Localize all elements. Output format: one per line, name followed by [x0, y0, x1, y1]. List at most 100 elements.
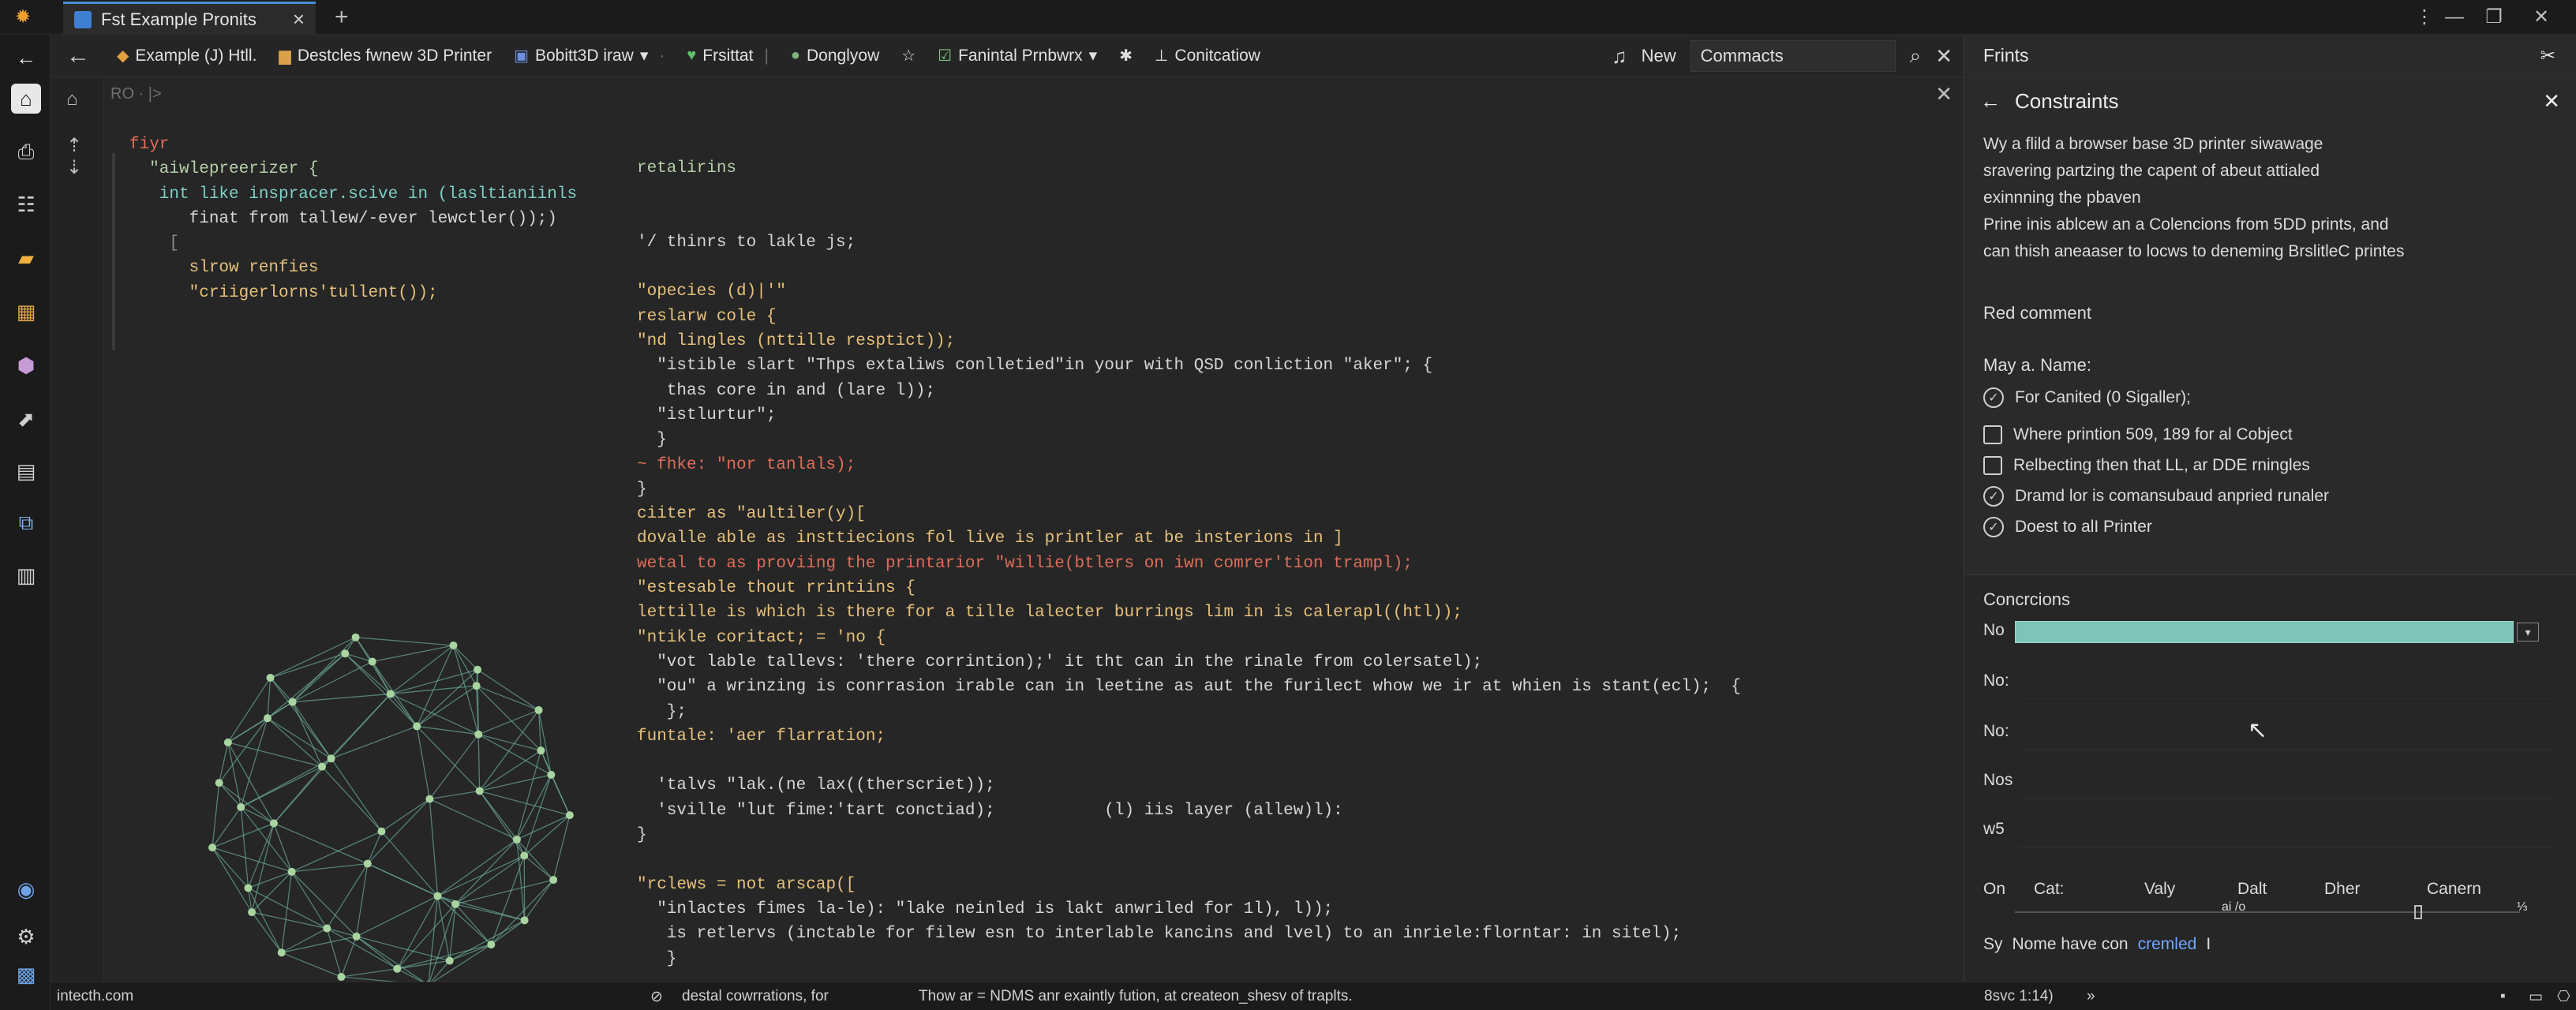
- chart-icon[interactable]: ⬈: [11, 404, 41, 434]
- panel-icon[interactable]: ▪: [2500, 988, 2506, 1005]
- code-line: "istlurtur";: [637, 406, 777, 425]
- code-editor[interactable]: ⌂ ⇡ ⇣ RO · |> ✕ fiyr "aiwlepreerizer { i…: [51, 77, 1964, 989]
- crumb-3d-printer[interactable]: ▆ Destcles fwnew 3D Printer: [268, 35, 503, 77]
- chevron-right-icon[interactable]: »: [2087, 988, 2095, 1005]
- tools-icon: ✱: [1119, 47, 1133, 65]
- close-icon[interactable]: ✕: [2543, 89, 2560, 114]
- window-icon[interactable]: ▭: [2529, 988, 2543, 1006]
- file-icon[interactable]: ▥: [11, 560, 41, 590]
- status-url[interactable]: intecth.com: [57, 988, 133, 1005]
- minimize-icon[interactable]: —: [2439, 3, 2470, 32]
- square-icon: ▣: [514, 47, 529, 65]
- slider-end-label: ⅓: [2517, 900, 2528, 914]
- constraint-option[interactable]: ✓ Doest to alI Printer: [1964, 511, 2576, 542]
- home-icon[interactable]: ⌂: [66, 88, 78, 110]
- step-down-icon[interactable]: ⇣: [66, 156, 82, 179]
- crumb-tools[interactable]: ✱: [1108, 35, 1144, 77]
- column-header[interactable]: Canern: [2427, 880, 2481, 899]
- new-button[interactable]: New: [1642, 46, 1676, 66]
- code-line: reslarw cole {: [637, 307, 777, 326]
- home-icon[interactable]: ⌂: [11, 84, 41, 114]
- new-tab-button[interactable]: +: [335, 3, 349, 32]
- code-column-right[interactable]: retalirins '/ thinrs to lakle js; "opeci…: [637, 156, 1741, 971]
- crumb-label: Donglyow: [807, 46, 880, 65]
- activity-bar: ← ⌂ ⎙ ☷ ▰ ▦ ⬢ ⬈ ▤ ⧉ ▥ ◉ ⚙ ▩: [0, 35, 51, 1010]
- back-arrow-icon[interactable]: ←: [11, 43, 41, 73]
- constraint-option[interactable]: Where printion 509, 189 for al Cobject: [1964, 419, 2576, 450]
- bell-icon[interactable]: ♫: [1612, 44, 1627, 69]
- code-line: }: [637, 826, 647, 845]
- crumb-label: Frsittat: [702, 46, 754, 65]
- menu-icon[interactable]: ⋮: [2409, 3, 2440, 32]
- conversion-row-label: Nos: [1983, 771, 2013, 789]
- mouse-cursor-icon: ↖: [2248, 717, 2268, 743]
- check-circle-icon[interactable]: ✓: [1983, 485, 2004, 507]
- crumb-donglyow[interactable]: ● Donglyow: [780, 35, 890, 77]
- folder-icon[interactable]: ▰: [11, 243, 41, 273]
- close-icon[interactable]: ✕: [1935, 44, 1953, 69]
- chevron-down-icon[interactable]: ▾: [1089, 46, 1098, 65]
- back-button[interactable]: ←: [51, 43, 106, 69]
- crumb-conitcatiow[interactable]: ⊥ Conitcatiow: [1144, 35, 1271, 77]
- editor-close-icon[interactable]: ✕: [1935, 82, 1953, 107]
- layers-icon[interactable]: ☷: [11, 189, 41, 219]
- star-icon: ☆: [901, 47, 916, 65]
- crumb-example[interactable]: ◆ Example (J) Htll.: [106, 35, 268, 77]
- chevron-down-icon[interactable]: ▾: [2517, 623, 2539, 642]
- cube-icon[interactable]: ▤: [11, 456, 41, 486]
- step-up-icon[interactable]: ⇡: [66, 134, 82, 157]
- constraint-option[interactable]: ✓ For Canited (0 Sigaller);: [1964, 382, 2576, 413]
- conversions-section: Concrcions No ▾ No: No: Nos w5 On Cat: V…: [1964, 574, 2576, 982]
- checkbox[interactable]: [1983, 425, 2002, 444]
- tab-close-icon[interactable]: ×: [293, 7, 305, 32]
- code-line: wetal to as proviing the printarior "wil…: [637, 554, 1413, 573]
- column-header[interactable]: Dher: [2324, 880, 2361, 899]
- back-arrow-icon[interactable]: ←: [1980, 89, 2001, 114]
- column-header[interactable]: Dalt: [2237, 880, 2267, 899]
- code-line: "vot lable tallevs: 'there corrintion);'…: [637, 653, 1483, 671]
- search-input[interactable]: [1690, 40, 1896, 72]
- conversion-bar[interactable]: [2015, 621, 2514, 643]
- app-logo-icon[interactable]: ✹: [11, 6, 35, 28]
- layout-icon[interactable]: ⎔: [2557, 988, 2570, 1006]
- chevron-down-icon[interactable]: ▾: [640, 46, 649, 65]
- check-circle-icon[interactable]: ✓: [1983, 387, 2004, 408]
- close-window-icon[interactable]: ✕: [2525, 3, 2557, 32]
- maximize-icon[interactable]: ❐: [2478, 3, 2510, 32]
- printer-icon[interactable]: ⎙: [11, 137, 41, 167]
- range-slider[interactable]: [2015, 911, 2520, 913]
- pin-icon[interactable]: ✂: [2540, 45, 2555, 66]
- code-line: lettille is which is there for a tille l…: [637, 604, 1462, 623]
- crumb-frsittat[interactable]: ♥ Frsittat |: [676, 35, 780, 77]
- code-line: }: [637, 431, 667, 450]
- crumb-star[interactable]: ☆: [890, 35, 927, 77]
- footer-label: On: [1983, 880, 2006, 898]
- constraints-header: ← Constraints ✕: [1964, 77, 2576, 125]
- browser-tab[interactable]: Fst Example Pronits ×: [63, 2, 316, 35]
- heart-icon: ♥: [687, 47, 697, 64]
- search-icon[interactable]: ⌕: [1910, 43, 1922, 69]
- cursor-position[interactable]: 8svc 1:14): [1984, 988, 2054, 1005]
- column-header[interactable]: Cat:: [2034, 880, 2065, 899]
- package-icon[interactable]: ⬢: [11, 350, 41, 380]
- slider-handle[interactable]: [2414, 905, 2422, 919]
- created-link[interactable]: cremled: [2138, 935, 2197, 954]
- wireframe-sphere-image: [208, 633, 574, 989]
- column-header[interactable]: Valy: [2144, 880, 2175, 899]
- grid-icon[interactable]: ▦: [11, 297, 41, 327]
- tab-favicon-icon: [74, 10, 92, 28]
- settings-icon[interactable]: ⚙: [11, 922, 41, 952]
- globe-icon[interactable]: ◉: [11, 874, 41, 904]
- code-line: "criigerlorns'tullent());: [129, 283, 438, 302]
- code-line: "opecies (d)|'": [637, 282, 787, 301]
- grid-apps-icon[interactable]: ▩: [11, 960, 41, 989]
- crumb-bobitt3d[interactable]: ▣ Bobitt3D iraw ▾ ·: [503, 35, 676, 77]
- constraint-option[interactable]: Relbecting then that LL, ar DDE rningles: [1964, 450, 2576, 481]
- constraint-option[interactable]: ✓ Dramd lor is comansubaud anpried runal…: [1964, 481, 2576, 511]
- check-circle-icon[interactable]: ✓: [1983, 516, 2004, 537]
- crumb-fanintal[interactable]: ☑ Fanintal Prnbwrx ▾: [927, 35, 1108, 77]
- checkbox[interactable]: [1983, 455, 2002, 475]
- code-column-left[interactable]: fiyr "aiwlepreerizer { int like insprace…: [129, 133, 577, 305]
- puzzle-icon[interactable]: ⧉: [11, 508, 41, 538]
